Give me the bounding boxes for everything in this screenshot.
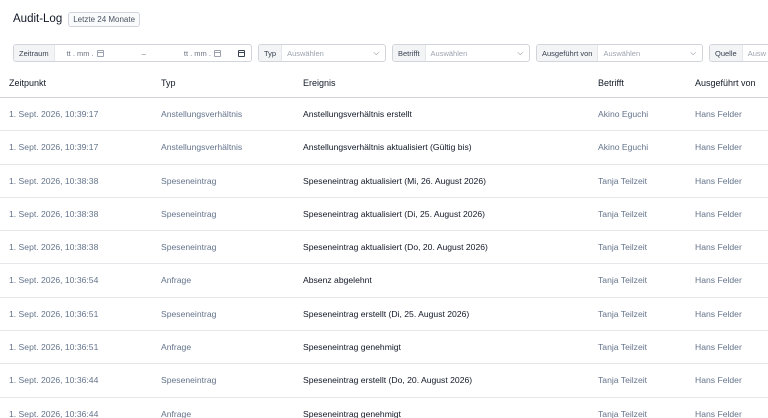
cell-ausgefuehrt: Hans Felder	[695, 342, 742, 353]
cell-ereignis: Absenz abgelehnt	[303, 275, 372, 286]
cell-ausgefuehrt: Hans Felder	[695, 175, 742, 186]
table-row[interactable]: 1. Sept. 2026, 10:36:44 Anfrage Spesenei…	[0, 398, 768, 418]
ausgefuehrt-label: Ausgeführt von	[537, 45, 599, 61]
range-separator: –	[141, 48, 146, 58]
typ-filter[interactable]: Typ Auswählen ⌵	[258, 44, 386, 62]
table-row[interactable]: 1. Sept. 2026, 10:36:51 Anfrage Spesenei…	[0, 331, 768, 365]
table-header: Zeitpunkt Typ Ereignis Betrifft Ausgefüh…	[0, 70, 768, 98]
cell-ereignis: Speseneintrag genehmigt	[303, 408, 401, 418]
ausgefuehrt-select[interactable]: Auswählen	[598, 45, 690, 61]
audit-table: Zeitpunkt Typ Ereignis Betrifft Ausgefüh…	[0, 70, 768, 418]
calendar-icon[interactable]	[213, 49, 221, 57]
cell-betrifft: Tanja Teilzeit	[598, 308, 648, 319]
cell-betrifft: Akino Eguchi	[598, 109, 649, 119]
betrifft-select[interactable]: Auswählen	[426, 45, 518, 61]
typ-select[interactable]: Auswählen	[282, 45, 373, 61]
page-title: Audit-Log	[13, 13, 63, 25]
calendar-icon[interactable]	[237, 49, 245, 57]
date-to-text: tt . mm .	[183, 48, 211, 58]
calendar-icon[interactable]	[96, 49, 104, 57]
page-header: Audit-Log Letzte 24 Monate	[13, 10, 141, 28]
cell-ausgefuehrt: Hans Felder	[695, 242, 742, 253]
cell-ausgefuehrt: Hans Felder	[695, 375, 742, 386]
zeitraum-label: Zeitraum	[14, 45, 55, 61]
cell-typ: Anstellungsverhältnis	[161, 109, 243, 119]
cell-ereignis: Speseneintrag aktualisiert (Do, 20. Augu…	[303, 242, 488, 253]
cell-ausgefuehrt: Hans Felder	[695, 208, 742, 219]
cell-typ: Anfrage	[161, 275, 192, 286]
zeitraum-filter[interactable]: Zeitraum tt . mm . – tt . mm .	[13, 44, 252, 62]
column-header-betrifft[interactable]: Betrifft	[598, 78, 624, 88]
chevron-down-icon[interactable]: ⌵	[517, 45, 529, 61]
quelle-filter[interactable]: Quelle Ausw	[709, 44, 768, 62]
cell-typ: Speseneintrag	[161, 175, 217, 186]
cell-ereignis: Speseneintrag aktualisiert (Mi, 26. Augu…	[303, 175, 486, 186]
date-to-field[interactable]: tt . mm .	[184, 49, 245, 58]
cell-typ: Speseneintrag	[161, 308, 217, 319]
cell-betrifft: Tanja Teilzeit	[598, 208, 648, 219]
cell-zeitpunkt: 1. Sept. 2026, 10:36:44	[9, 408, 99, 418]
cell-zeitpunkt: 1. Sept. 2026, 10:39:17	[9, 109, 99, 119]
cell-betrifft: Tanja Teilzeit	[598, 175, 648, 186]
cell-betrifft: Tanja Teilzeit	[598, 342, 648, 353]
betrifft-label: Betrifft	[393, 45, 426, 61]
zeitraum-range[interactable]: tt . mm . – tt . mm .	[55, 45, 251, 61]
cell-typ: Speseneintrag	[161, 375, 217, 386]
chevron-down-icon[interactable]: ⌵	[373, 45, 385, 61]
cell-zeitpunkt: 1. Sept. 2026, 10:38:38	[9, 242, 99, 253]
table-row[interactable]: 1. Sept. 2026, 10:38:38 Speseneintrag Sp…	[0, 231, 768, 265]
cell-typ: Anfrage	[161, 342, 192, 353]
column-header-ausgefuehrt[interactable]: Ausgeführt von	[695, 78, 756, 88]
date-from-text: tt . mm .	[66, 48, 94, 58]
cell-betrifft: Tanja Teilzeit	[598, 408, 648, 418]
betrifft-filter[interactable]: Betrifft Auswählen ⌵	[392, 44, 530, 62]
cell-zeitpunkt: 1. Sept. 2026, 10:36:54	[9, 275, 99, 286]
table-row[interactable]: 1. Sept. 2026, 10:36:44 Speseneintrag Sp…	[0, 364, 768, 398]
cell-typ: Speseneintrag	[161, 208, 217, 219]
column-header-typ[interactable]: Typ	[161, 78, 176, 88]
cell-ereignis: Anstellungsverhältnis erstellt	[303, 109, 412, 119]
cell-zeitpunkt: 1. Sept. 2026, 10:39:17	[9, 142, 99, 153]
ausgefuehrt-filter[interactable]: Ausgeführt von Auswählen ⌵	[536, 44, 703, 62]
chevron-down-icon[interactable]: ⌵	[690, 45, 702, 61]
cell-ereignis: Anstellungsverhältnis aktualisiert (Gült…	[303, 142, 472, 153]
date-from-field[interactable]: tt . mm .	[67, 49, 104, 58]
cell-ausgefuehrt: Hans Felder	[695, 142, 742, 153]
range-badge: Letzte 24 Monate	[68, 11, 141, 27]
column-header-ereignis[interactable]: Ereignis	[303, 78, 336, 88]
cell-betrifft: Tanja Teilzeit	[598, 275, 648, 286]
cell-zeitpunkt: 1. Sept. 2026, 10:38:38	[9, 208, 99, 219]
cell-betrifft: Tanja Teilzeit	[598, 242, 648, 253]
cell-ausgefuehrt: Hans Felder	[695, 109, 742, 119]
cell-zeitpunkt: 1. Sept. 2026, 10:36:44	[9, 375, 99, 386]
table-row[interactable]: 1. Sept. 2026, 10:36:54 Anfrage Absenz a…	[0, 264, 768, 298]
cell-ereignis: Speseneintrag erstellt (Di, 25. August 2…	[303, 308, 470, 319]
cell-zeitpunkt: 1. Sept. 2026, 10:38:38	[9, 175, 99, 186]
cell-ausgefuehrt: Hans Felder	[695, 408, 742, 418]
filter-bar: Zeitraum tt . mm . – tt . mm . Typ Auswä…	[13, 43, 768, 63]
quelle-label: Quelle	[710, 45, 743, 61]
audit-log-page: Audit-Log Letzte 24 Monate Zeitraum tt .…	[0, 0, 768, 418]
cell-ereignis: Speseneintrag erstellt (Do, 20. August 2…	[303, 375, 473, 386]
cell-typ: Speseneintrag	[161, 242, 217, 253]
quelle-select[interactable]: Ausw	[743, 45, 768, 61]
table-row[interactable]: 1. Sept. 2026, 10:38:38 Speseneintrag Sp…	[0, 198, 768, 232]
cell-zeitpunkt: 1. Sept. 2026, 10:36:51	[9, 308, 99, 319]
cell-typ: Anfrage	[161, 408, 192, 418]
table-row[interactable]: 1. Sept. 2026, 10:39:17 Anstellungsverhä…	[0, 98, 768, 132]
cell-ereignis: Speseneintrag aktualisiert (Di, 25. Augu…	[303, 208, 486, 219]
cell-ereignis: Speseneintrag genehmigt	[303, 342, 401, 353]
cell-betrifft: Akino Eguchi	[598, 142, 649, 153]
cell-typ: Anstellungsverhältnis	[161, 142, 243, 153]
cell-ausgefuehrt: Hans Felder	[695, 308, 742, 319]
cell-ausgefuehrt: Hans Felder	[695, 275, 742, 286]
table-row[interactable]: 1. Sept. 2026, 10:36:51 Speseneintrag Sp…	[0, 298, 768, 332]
table-row[interactable]: 1. Sept. 2026, 10:38:38 Speseneintrag Sp…	[0, 165, 768, 198]
table-row[interactable]: 1. Sept. 2026, 10:39:17 Anstellungsverhä…	[0, 131, 768, 165]
typ-label: Typ	[259, 45, 283, 61]
cell-zeitpunkt: 1. Sept. 2026, 10:36:51	[9, 342, 99, 353]
column-header-zeitpunkt[interactable]: Zeitpunkt	[9, 78, 46, 88]
cell-betrifft: Tanja Teilzeit	[598, 375, 648, 386]
